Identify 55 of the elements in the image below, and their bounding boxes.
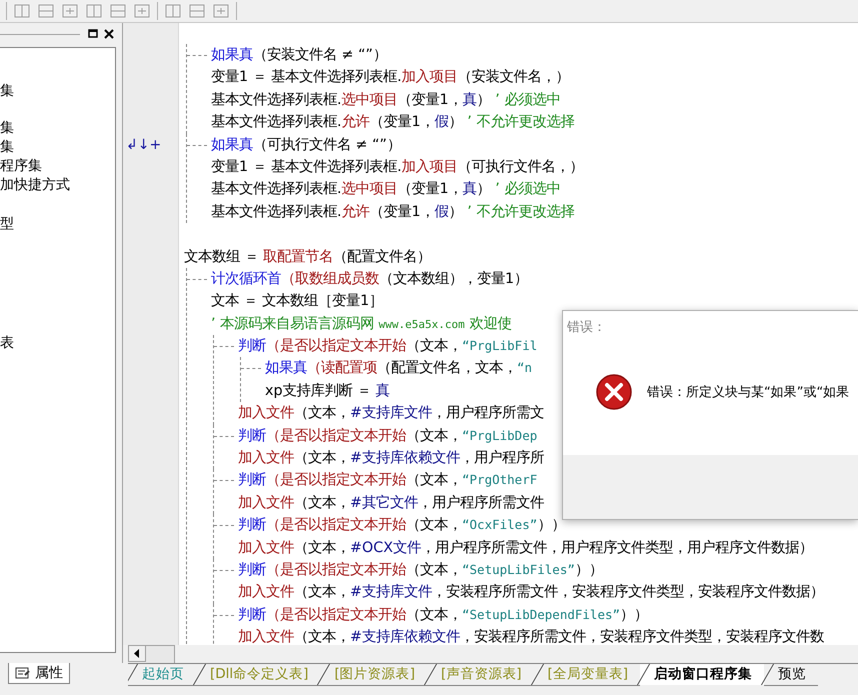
properties-tab[interactable]: 属性 — [8, 663, 70, 684]
layout-icon[interactable] — [61, 3, 79, 19]
code-line: 文本 ＝ 文本数组［变量1］ — [211, 292, 384, 312]
tree-item[interactable]: 型 — [0, 215, 115, 234]
layout-icon[interactable] — [164, 3, 182, 19]
tree-item[interactable]: 集 — [0, 138, 115, 157]
code-line: 加入文件（文本，#支持库依赖文件，安装程序所需文件，安装程序文件类型，安装程序文件数 — [238, 628, 824, 645]
layout-icon[interactable] — [85, 3, 103, 19]
code-line: 判断（是否以指定文本开始（文本，“OcxFiles”）） — [238, 516, 566, 536]
layout-icon[interactable] — [37, 3, 55, 19]
close-button[interactable] — [102, 27, 116, 41]
layout-icon[interactable] — [133, 3, 151, 19]
code-line: 判断（是否以指定文本开始（文本，“PrgLibFil — [238, 336, 538, 356]
code-line: 加入文件（文本，#支持库文件，用户程序所需文 — [238, 404, 544, 424]
code-line: 判断（是否以指定文本开始（文本，“PrgOtherF — [238, 470, 538, 490]
code-line: 文本数组 ＝ 取配置节名（配置文件名） — [184, 248, 432, 267]
code-line: 加入文件（文本，#支持库依赖文件，用户程序所 — [238, 448, 544, 468]
tree-item[interactable]: 表 — [0, 334, 115, 353]
code-line: 基本文件选择列表框.允许（变量1，假） ’ 不允许更改选择 — [211, 202, 574, 222]
scroll-left-button[interactable] — [128, 645, 146, 662]
left-arrow-icon — [134, 649, 140, 658]
layout-icon[interactable] — [212, 3, 230, 19]
layout-icon[interactable] — [13, 3, 31, 19]
code-line: ’ 本源码来自易语言源码网 www.e5a5x.com 欢迎使 — [211, 314, 512, 334]
tree-item[interactable]: 加快捷方式 — [0, 176, 115, 195]
error-message: 错误：所定义块与某“如果”或“如果 — [647, 384, 850, 400]
code-line: 判断（是否以指定文本开始（文本，“SetupLibDependFiles”）） — [238, 606, 648, 625]
error-icon — [595, 372, 633, 410]
code-line: 计次循环首（取数组成员数（文本数组），变量1） — [211, 270, 528, 289]
layout-icon[interactable] — [188, 3, 206, 19]
gutter-marker: ↲↓+ — [126, 136, 162, 155]
editor-tab[interactable]: 起始页 — [128, 664, 196, 686]
tree-item[interactable]: 程序集 — [0, 157, 115, 176]
editor-tab[interactable]: 预览 — [764, 664, 818, 686]
tree-item[interactable]: 集 — [0, 119, 115, 138]
code-line: 基本文件选择列表框.选中项目（变量1，真） ’ 必须选中 — [211, 180, 560, 200]
dialog-title: 错误： — [566, 319, 607, 337]
code-line: 变量1 ＝ 基本文件选择列表框.加入项目（可执行文件名，） — [211, 158, 584, 177]
code-line: 如果真（读配置项（配置文件名，文本，“n — [265, 359, 532, 378]
properties-icon — [15, 666, 31, 680]
tree-item[interactable]: 集 — [0, 82, 115, 101]
code-line: 基本文件选择列表框.选中项目（变量1，真） ’ 必须选中 — [211, 90, 560, 110]
code-line: 如果真（安装文件名 ≠ “”） — [211, 46, 387, 65]
layout-icon[interactable] — [109, 3, 127, 19]
code-line: 变量1 ＝ 基本文件选择列表框.加入项目（安装文件名，） — [211, 68, 570, 88]
code-line: 加入文件（文本，#支持库文件，安装程序所需文件，安装程序文件类型，安装程序文件数据） — [238, 582, 824, 602]
maximize-button[interactable] — [86, 27, 100, 41]
editor-tab[interactable]: 启动窗口程序集 — [640, 664, 764, 685]
code-line: 如果真（可执行文件名 ≠ “”） — [211, 136, 401, 155]
code-line: 判断（是否以指定文本开始（文本，“SetupLibFiles”）） — [238, 560, 603, 580]
code-line: 判断（是否以指定文本开始（文本，“PrgLibDep — [238, 426, 538, 446]
code-line: 加入文件（文本，#OCX文件，用户程序所需文件，用户程序文件类型，用户程序文件数据） — [238, 538, 814, 558]
code-line: xp支持库判断 ＝ 真 — [265, 382, 390, 401]
code-line: 基本文件选择列表框.允许（变量1，假） ’ 不允许更改选择 — [211, 112, 574, 132]
code-line: 加入文件（文本，#其它文件，用户程序所需文件 — [238, 494, 544, 513]
